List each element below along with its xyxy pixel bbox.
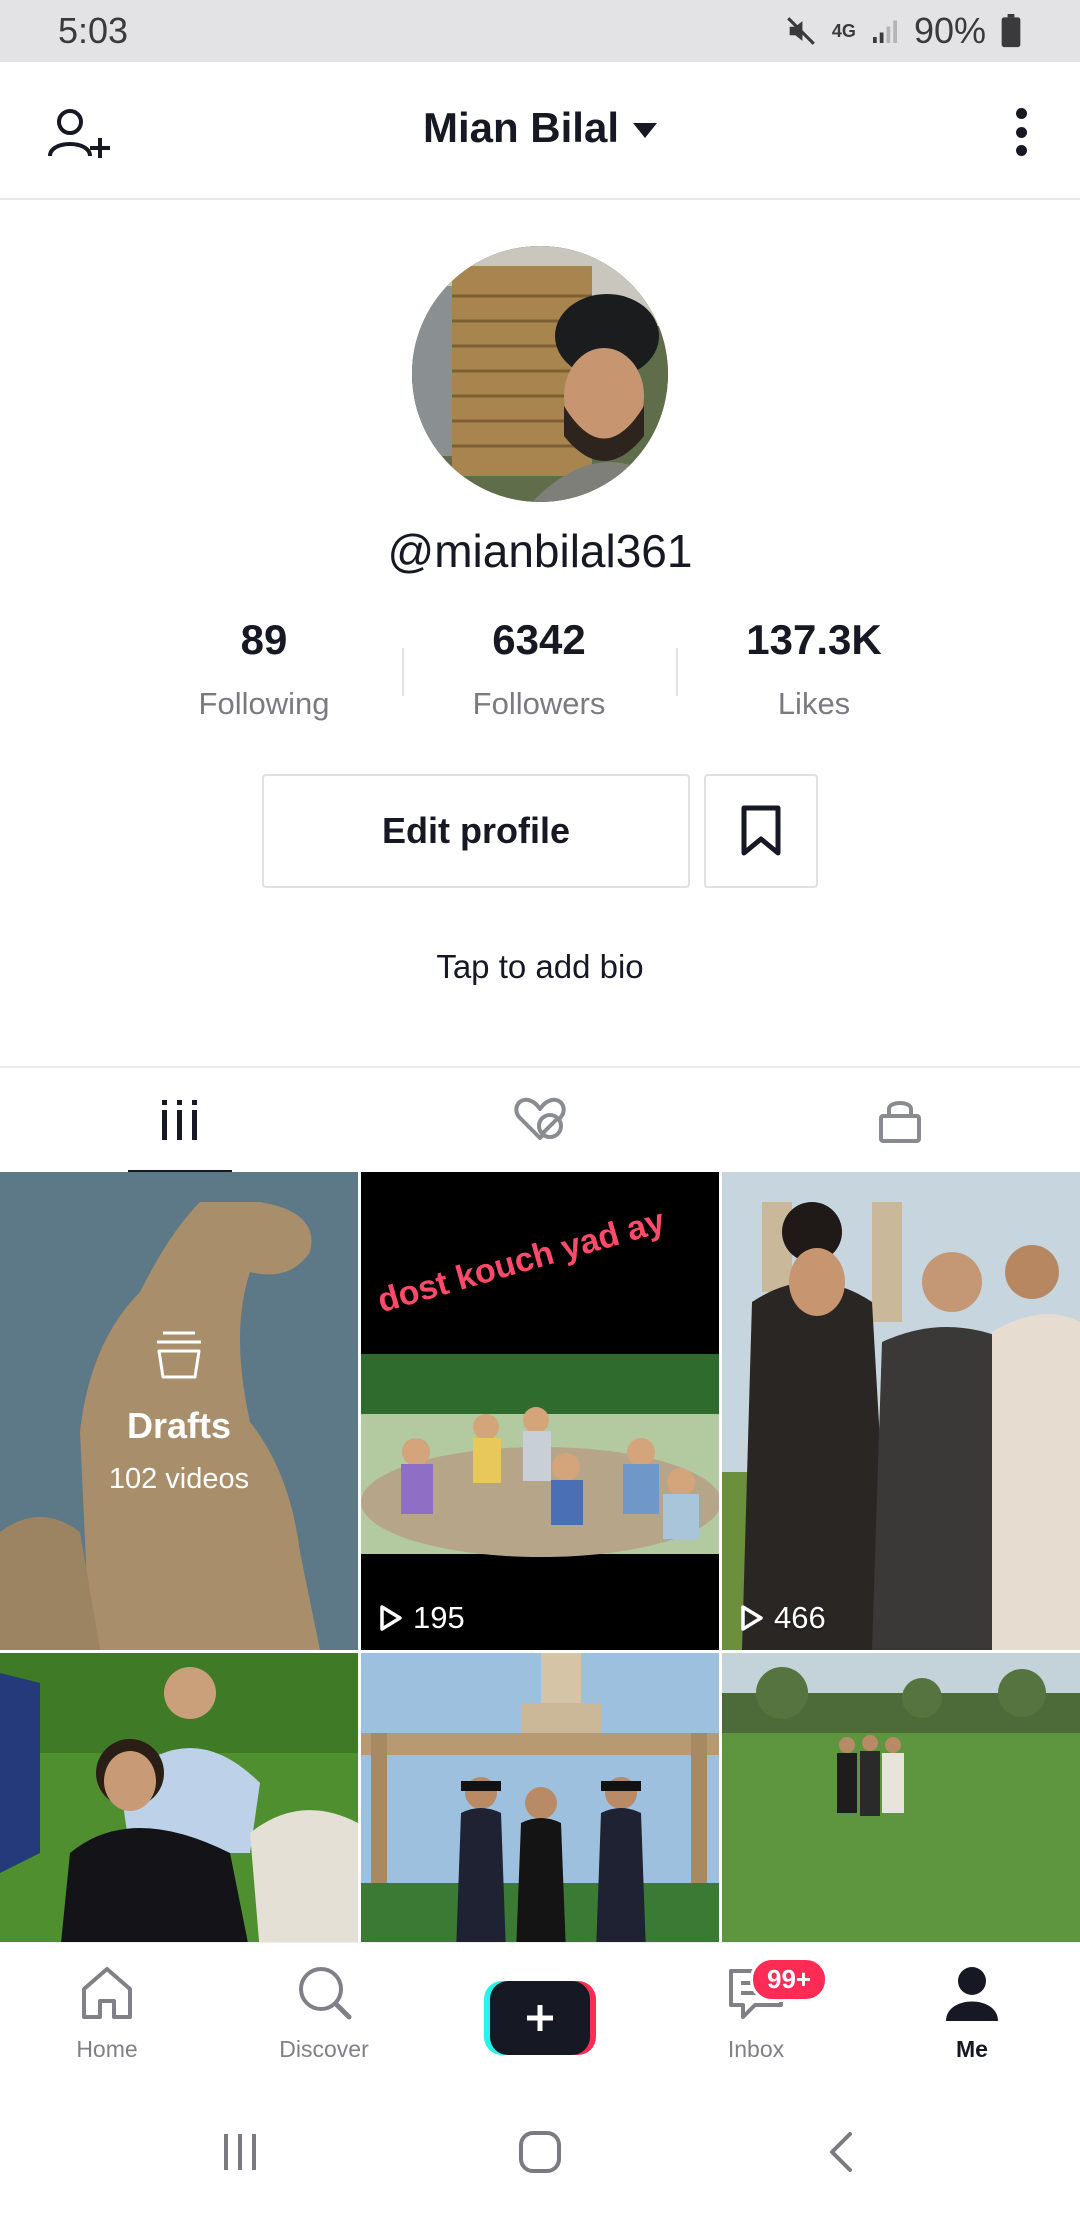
- battery-percent: 90%: [913, 10, 986, 51]
- followers-count: 6342: [492, 616, 586, 663]
- drafts-box-icon: [157, 1331, 201, 1378]
- status-time: 5:03: [58, 10, 129, 51]
- chevron-down-icon: [633, 122, 658, 138]
- nav-home[interactable]: Home: [27, 1965, 187, 2063]
- profile-name: Mian Bilal: [422, 104, 620, 151]
- back-icon[interactable]: [826, 2130, 856, 2174]
- signal-icon: [872, 20, 897, 43]
- liked-hidden-icon: [514, 1097, 566, 1140]
- tab-private[interactable]: [720, 1068, 1080, 1172]
- video-thumbnail[interactable]: [0, 1653, 358, 1942]
- inbox-badge: 99+: [750, 1957, 829, 2002]
- following-label: Following: [198, 686, 330, 721]
- private-lock-icon: [879, 1101, 921, 1143]
- stat-following[interactable]: 89 Following: [134, 616, 394, 722]
- favorites-button[interactable]: [704, 774, 818, 888]
- status-icons: 4G 90%: [784, 10, 1022, 52]
- status-bar: 5:03 4G 90%: [0, 0, 1080, 62]
- drafts-title: Drafts: [126, 1404, 232, 1446]
- mute-icon: [787, 17, 815, 45]
- profile-header: Mian Bilal: [0, 62, 1080, 200]
- account-switcher[interactable]: Mian Bilal: [0, 104, 1080, 152]
- video-thumbnail[interactable]: 466: [722, 1172, 1080, 1650]
- bottom-navigation: Home Discover Inbox 99+ Me: [0, 1942, 1080, 2082]
- video-thumbnail[interactable]: dost kouch yad ay 195: [361, 1172, 719, 1650]
- videos-grid-icon: [162, 1100, 197, 1140]
- likes-label: Likes: [777, 686, 851, 721]
- stat-divider: [676, 648, 678, 696]
- nav-me-label: Me: [956, 2036, 988, 2062]
- more-options-icon[interactable]: [1006, 102, 1036, 162]
- bio-placeholder[interactable]: Tap to add bio: [0, 948, 1080, 986]
- network-type: 4G: [831, 21, 856, 41]
- stat-divider: [402, 648, 404, 696]
- battery-icon: [1001, 14, 1021, 48]
- create-video-button[interactable]: [484, 1981, 596, 2055]
- profile-icon: [946, 1967, 998, 2021]
- play-icon: [741, 1605, 763, 1631]
- view-count-value: 466: [774, 1600, 826, 1635]
- video-thumbnail[interactable]: [722, 1653, 1080, 1942]
- edit-profile-button[interactable]: Edit profile: [262, 774, 690, 888]
- nav-inbox-label: Inbox: [727, 2036, 785, 2062]
- drafts-overlay: Drafts 102 videos: [0, 1172, 358, 1650]
- home-button-icon[interactable]: [518, 2130, 562, 2174]
- tab-liked[interactable]: [360, 1068, 720, 1172]
- bookmark-icon: [741, 805, 781, 856]
- view-count: 195: [379, 1600, 465, 1636]
- stat-likes[interactable]: 137.3K Likes: [684, 616, 944, 722]
- system-navigation-bar: [0, 2082, 1080, 2220]
- profile-tabs: [0, 1066, 1080, 1174]
- recent-apps-icon[interactable]: [218, 2132, 262, 2172]
- plus-icon: [484, 1981, 596, 2055]
- video-grid: Drafts 102 videos dost kouch yad ay 195: [0, 1172, 1080, 1942]
- home-icon: [82, 1967, 132, 2019]
- play-icon: [380, 1605, 402, 1631]
- nav-discover-label: Discover: [279, 2036, 369, 2062]
- avatar[interactable]: [412, 246, 668, 502]
- view-count: 466: [740, 1600, 826, 1636]
- drafts-tile[interactable]: Drafts 102 videos: [0, 1172, 358, 1650]
- profile-stats: 89 Following 6342 Followers 137.3K Likes: [0, 616, 1080, 726]
- search-icon: [299, 1967, 352, 2020]
- video-thumbnail[interactable]: [361, 1653, 719, 1942]
- username: @mianbilal361: [387, 525, 693, 577]
- followers-label: Followers: [472, 686, 606, 721]
- stat-followers[interactable]: 6342 Followers: [409, 616, 669, 722]
- tab-videos[interactable]: [0, 1068, 360, 1174]
- view-count-value: 195: [413, 1600, 465, 1635]
- nav-home-label: Home: [76, 2036, 138, 2062]
- following-count: 89: [240, 616, 288, 663]
- likes-count: 137.3K: [746, 616, 882, 663]
- nav-me[interactable]: Me: [892, 1965, 1052, 2063]
- nav-discover[interactable]: Discover: [244, 1965, 404, 2063]
- drafts-count: 102 videos: [108, 1462, 250, 1495]
